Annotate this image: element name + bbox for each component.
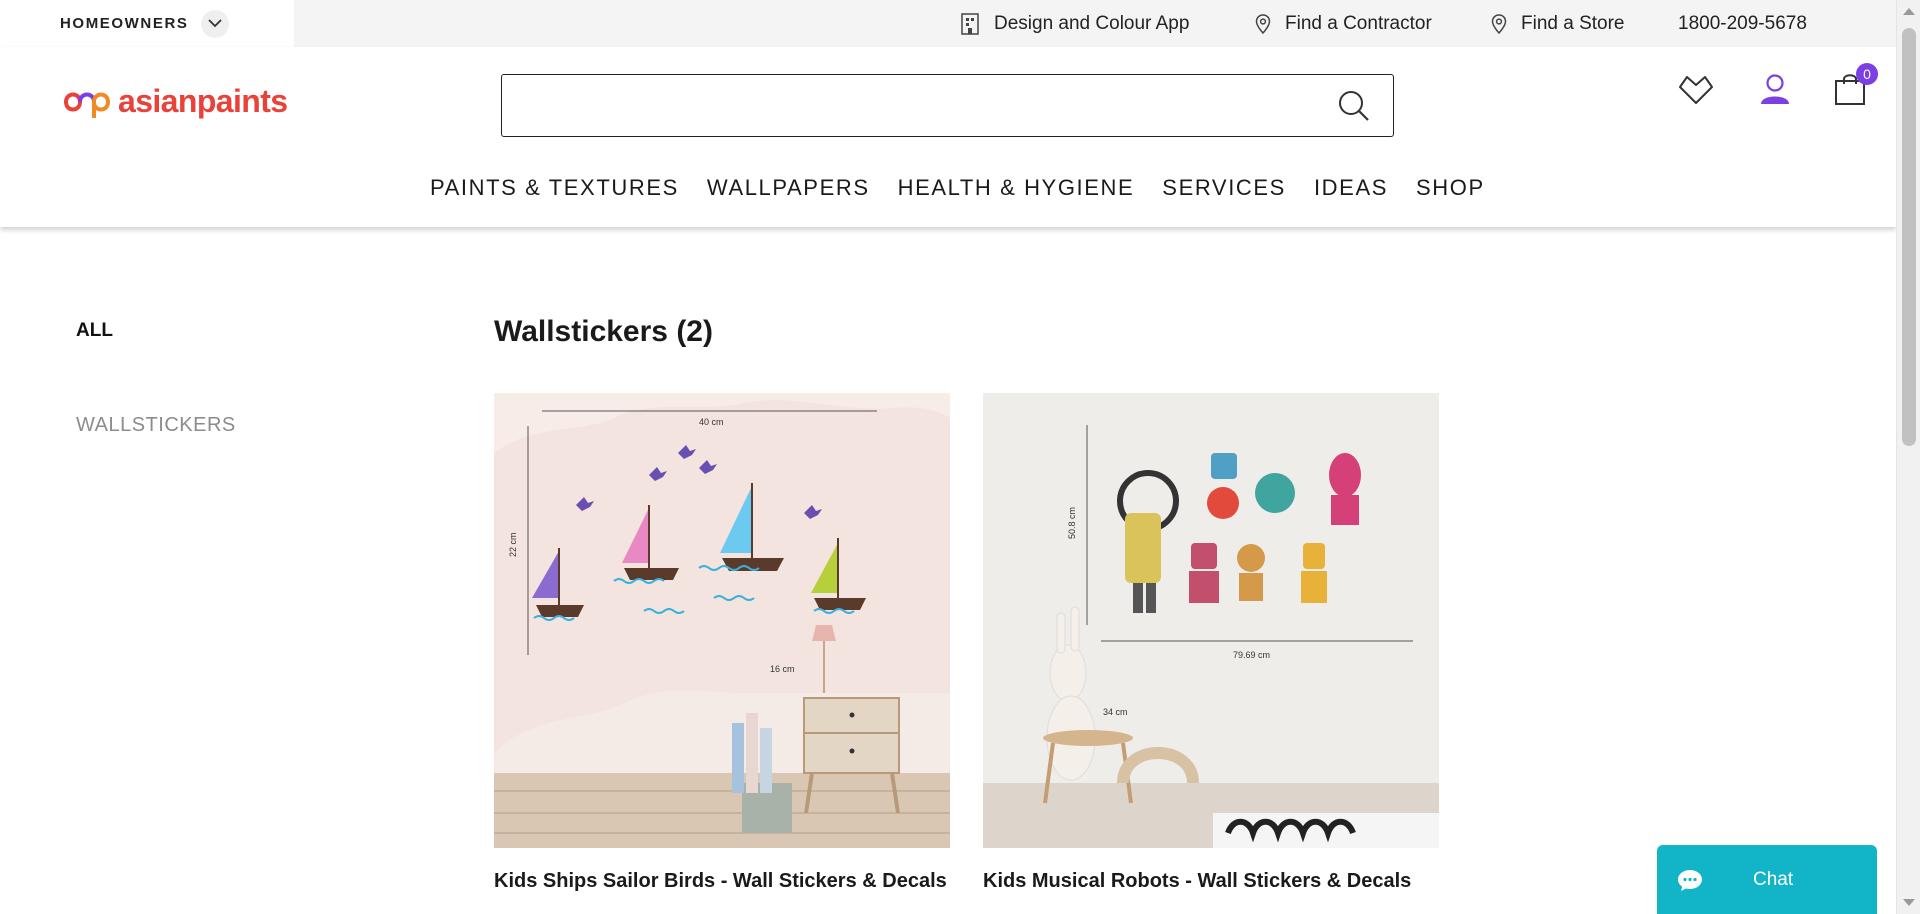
chat-label: Chat: [1753, 868, 1794, 890]
location-pin-icon: [1491, 13, 1507, 34]
chevron-down-icon[interactable]: [200, 9, 229, 38]
building-icon: [961, 12, 979, 35]
dimension-label-height: 50.8 cm: [1067, 507, 1077, 539]
wishlist-heart-icon[interactable]: [1676, 69, 1716, 109]
logo-text: asianpaints: [118, 82, 288, 119]
asianpaints-logo[interactable]: asianpaints: [60, 82, 288, 120]
search-icon[interactable]: [1337, 89, 1371, 123]
product-title[interactable]: Kids Ships Sailor Birds - Wall Stickers …: [494, 870, 950, 893]
find-contractor-label: Find a Contractor: [1285, 12, 1432, 34]
product-image-robots[interactable]: 50.8 cm 79.69 cm 34 cm: [983, 393, 1439, 848]
robot-yellow: [1301, 543, 1327, 603]
audience-selector[interactable]: HOMEOWNERS: [0, 0, 294, 47]
filter-all[interactable]: ALL: [76, 320, 113, 342]
scroll-thumb[interactable]: [1902, 28, 1916, 446]
find-store-label: Find a Store: [1521, 12, 1625, 34]
dimension-label-height: 22 cm: [508, 532, 518, 557]
phone-number: 1800-209-5678: [1678, 12, 1807, 34]
logo-mark-icon: [63, 92, 111, 118]
search-input[interactable]: [502, 75, 1322, 135]
listing-title: Wallstickers (2): [494, 315, 713, 348]
site-header: asianpaints 0 PAINTS & TEXTURES WALLPAPE…: [0, 47, 1896, 227]
find-contractor-link[interactable]: Find a Contractor: [1255, 0, 1432, 47]
find-store-link[interactable]: Find a Store: [1491, 0, 1625, 47]
dimension-label-width: 40 cm: [699, 417, 724, 427]
user-account-icon[interactable]: [1755, 69, 1795, 109]
chat-bubble-icon: [1678, 869, 1702, 891]
audience-label: HOMEOWNERS: [60, 15, 189, 32]
filter-wallstickers[interactable]: WALLSTICKERS: [76, 414, 236, 437]
cart-count-badge: 0: [1856, 63, 1878, 85]
phone-number-link[interactable]: 1800-209-5678: [1678, 0, 1807, 47]
nav-shop[interactable]: SHOP: [1416, 175, 1485, 201]
page-scrollbar[interactable]: [1896, 0, 1920, 914]
dimension-label-depth: 16 cm: [770, 664, 795, 674]
cart-icon[interactable]: 0: [1830, 63, 1878, 109]
location-pin-icon: [1255, 13, 1271, 34]
product-title[interactable]: Kids Musical Robots - Wall Stickers & De…: [983, 870, 1439, 893]
main-navigation: PAINTS & TEXTURES WALLPAPERS HEALTH & HY…: [430, 175, 1513, 201]
nav-wallpapers[interactable]: WALLPAPERS: [707, 175, 870, 201]
scroll-up-arrow-icon[interactable]: [1903, 8, 1915, 15]
robot-trumpet: [1189, 543, 1219, 603]
design-colour-app-label: Design and Colour App: [994, 12, 1190, 34]
scroll-down-arrow-icon[interactable]: [1903, 899, 1915, 906]
design-colour-app-link[interactable]: Design and Colour App: [960, 0, 1189, 47]
utility-bar: HOMEOWNERS Design and Colour App Find a …: [0, 0, 1896, 47]
product-card[interactable]: 40 cm 22 cm 16 cm Kids Ships Sailor Bird…: [494, 393, 950, 893]
chat-button[interactable]: Chat: [1657, 845, 1877, 914]
product-image-ships[interactable]: 40 cm 22 cm 16 cm: [494, 393, 950, 848]
robot-pink-guitar: [1329, 453, 1361, 525]
search-box: [501, 74, 1394, 137]
nav-paints-textures[interactable]: PAINTS & TEXTURES: [430, 175, 679, 201]
nav-health-hygiene[interactable]: HEALTH & HYGIENE: [898, 175, 1135, 201]
nav-ideas[interactable]: IDEAS: [1314, 175, 1388, 201]
dimension-label-width: 79.69 cm: [1233, 650, 1270, 660]
disco-ball: [1255, 473, 1295, 513]
dimension-label-depth: 34 cm: [1103, 707, 1128, 717]
nav-services[interactable]: SERVICES: [1162, 175, 1286, 201]
product-card[interactable]: 50.8 cm 79.69 cm 34 cm Kids Musical Robo…: [983, 393, 1439, 893]
